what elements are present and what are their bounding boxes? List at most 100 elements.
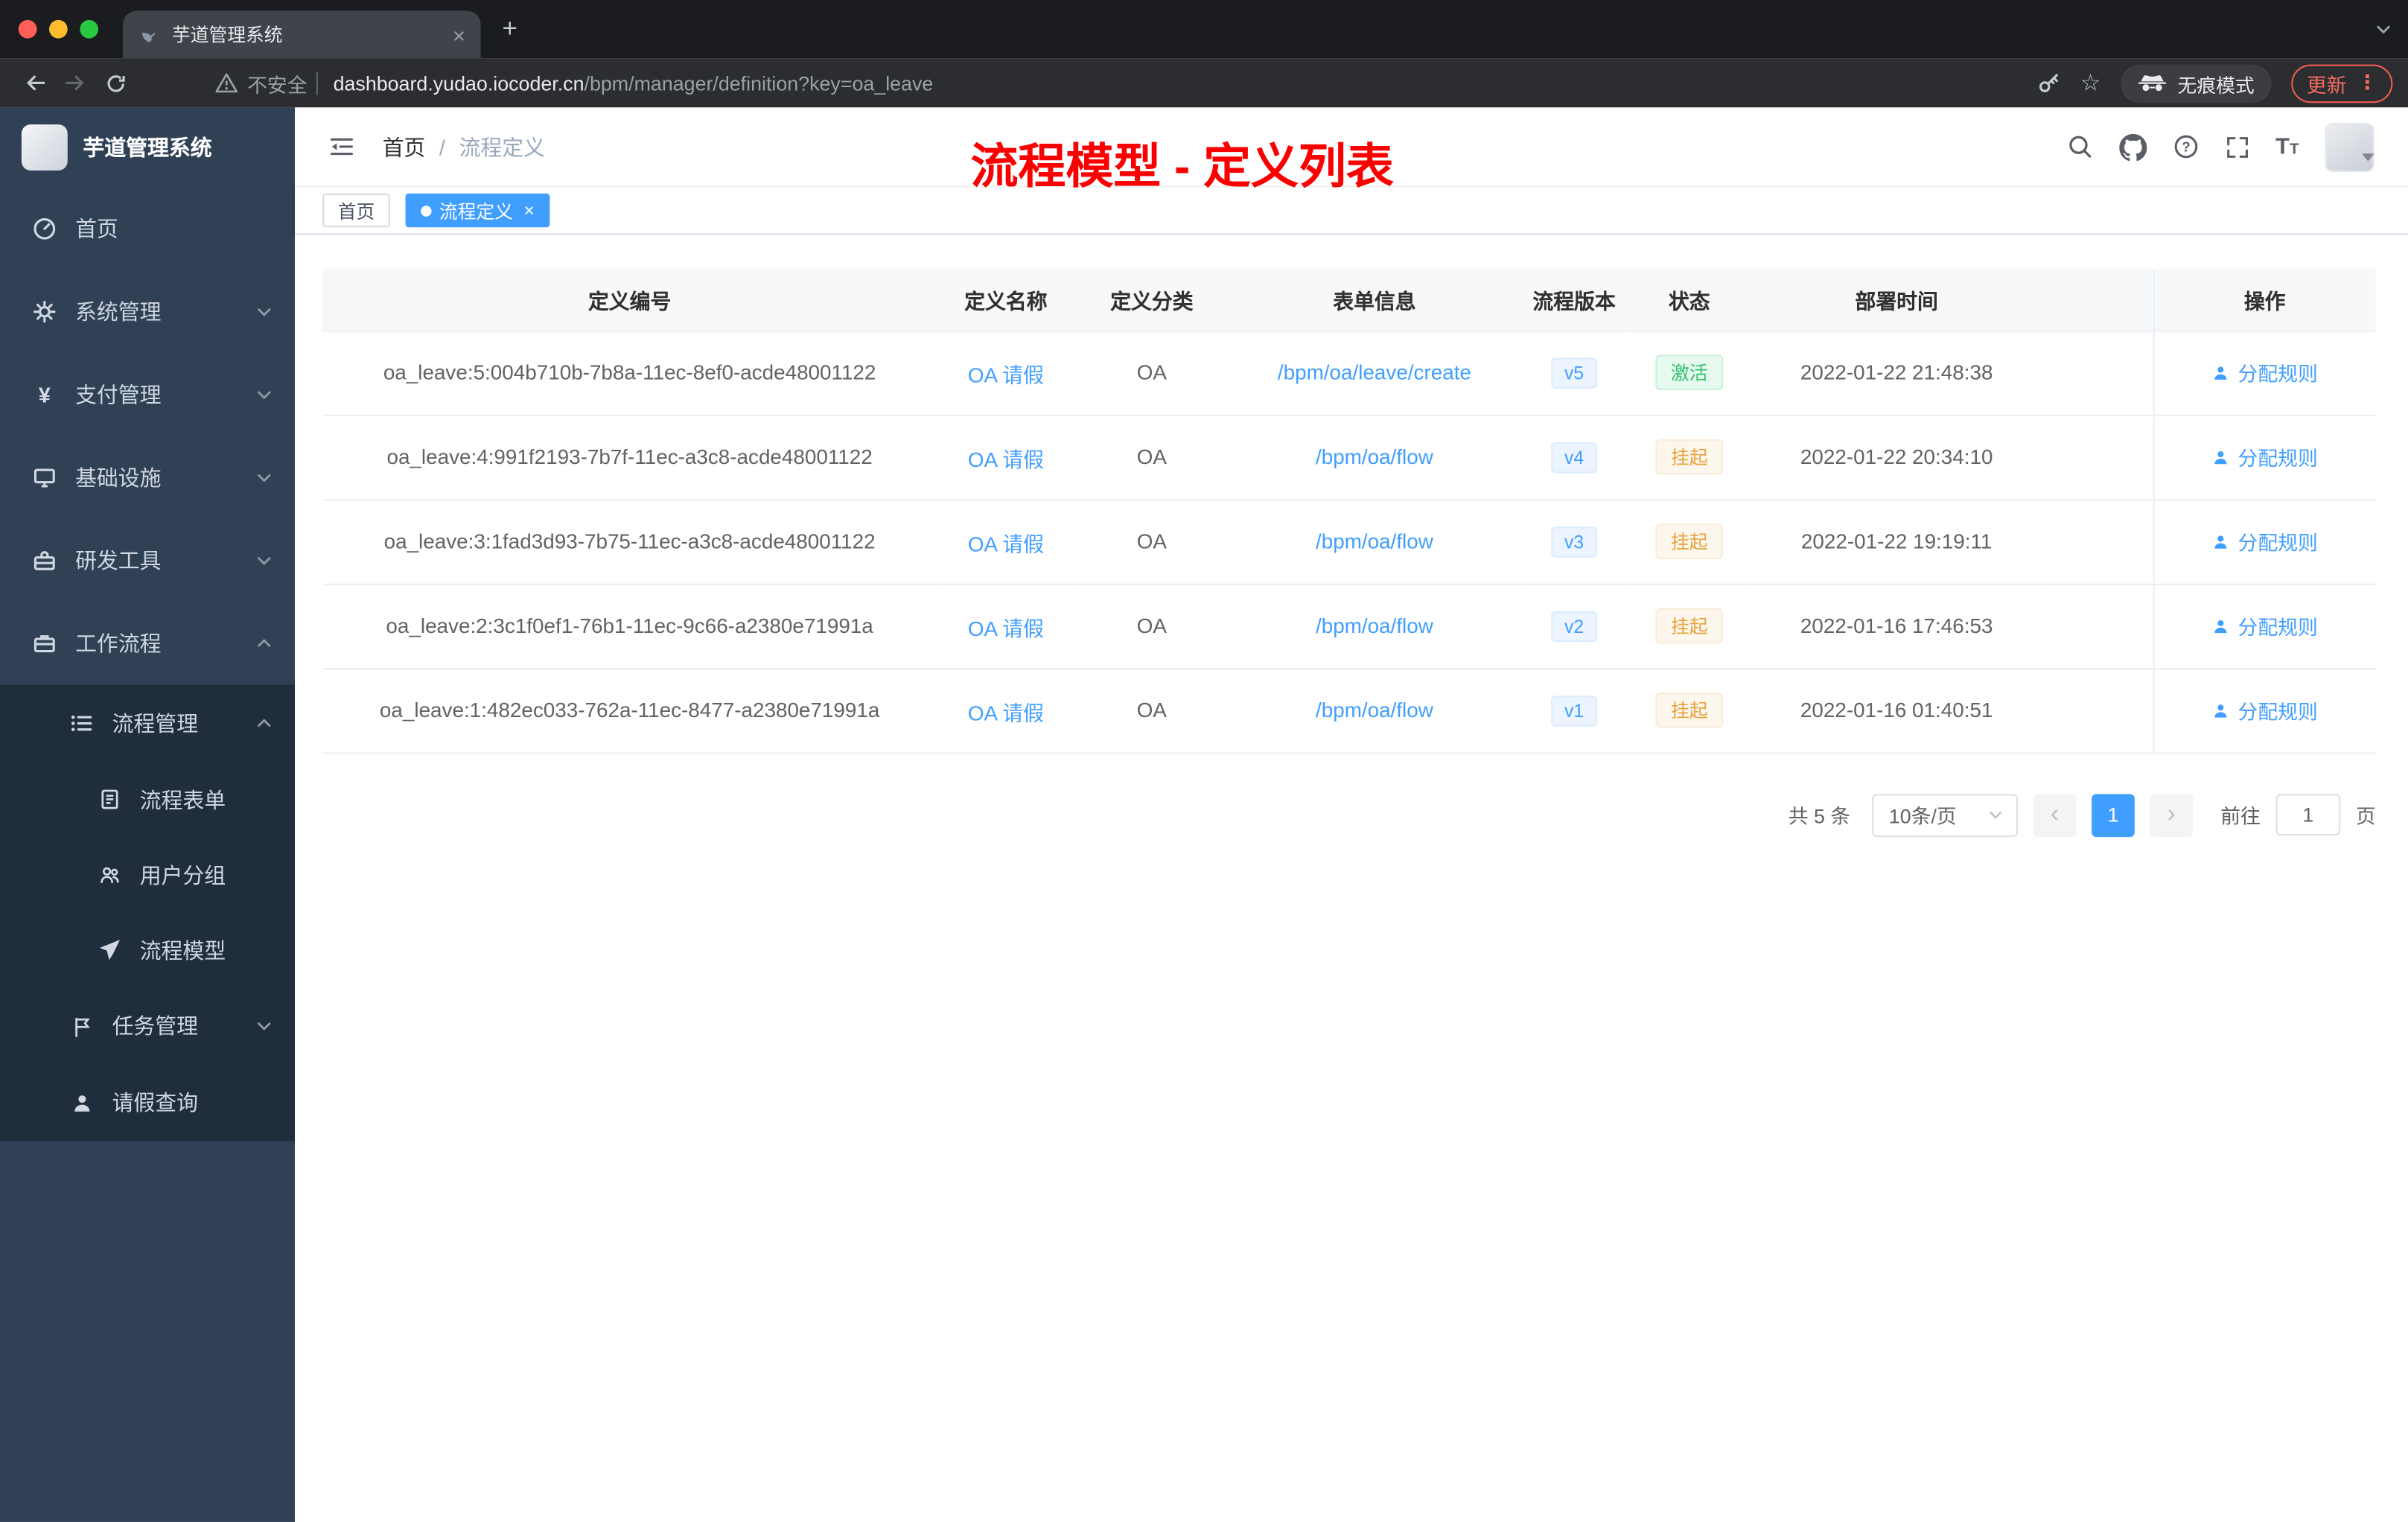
cell-spacer: [2042, 499, 2153, 585]
col-definition-category: 定义分类: [1074, 268, 1229, 331]
sidebar-item-system[interactable]: 系统管理: [0, 270, 295, 353]
app-logo[interactable]: 芋道管理系统: [0, 107, 295, 187]
status-badge: 挂起: [1655, 608, 1724, 644]
window-close-button[interactable]: [18, 19, 37, 39]
form-link[interactable]: /bpm/oa/flow: [1316, 698, 1433, 722]
chevron-down-icon: [255, 1016, 273, 1035]
sidebar-item-process-management[interactable]: 流程管理: [0, 685, 295, 762]
assign-rule-link[interactable]: 分配规则: [2211, 442, 2318, 471]
version-badge: v5: [1550, 357, 1598, 388]
version-badge: v3: [1550, 526, 1598, 557]
logo-image: [21, 124, 68, 171]
page-size-select[interactable]: 10条/页: [1872, 793, 2019, 837]
tag-close-icon[interactable]: ×: [523, 201, 534, 220]
window-controls: [18, 19, 98, 39]
back-button[interactable]: [16, 71, 56, 95]
url-path: /bpm/manager/definition?key=oa_leave: [584, 71, 934, 95]
sidebar-collapse-icon[interactable]: [328, 136, 354, 159]
form-link[interactable]: /bpm/oa/flow: [1316, 614, 1433, 637]
assign-rule-link[interactable]: 分配规则: [2211, 611, 2318, 640]
definition-name-link[interactable]: OA 请假: [968, 448, 1044, 471]
window-minimize-button[interactable]: [49, 19, 68, 39]
cell-version: v5: [1520, 330, 1628, 415]
sidebar-item-devtools[interactable]: 研发工具: [0, 519, 295, 602]
sidebar-item-label: 基础设施: [75, 465, 162, 490]
definition-name-link[interactable]: OA 请假: [968, 701, 1044, 725]
sidebar-item-task-management[interactable]: 任务管理: [0, 987, 295, 1064]
definition-name-link[interactable]: OA 请假: [968, 532, 1044, 555]
form-link[interactable]: /bpm/oa/leave/create: [1278, 361, 1471, 384]
github-icon[interactable]: [2118, 133, 2147, 161]
definition-name-link[interactable]: OA 请假: [968, 363, 1044, 386]
reload-button[interactable]: [95, 71, 136, 95]
chevron-down-icon: [1990, 811, 2002, 819]
person-icon: [2214, 366, 2227, 379]
form-link[interactable]: /bpm/oa/flow: [1316, 530, 1433, 553]
forward-button[interactable]: [55, 71, 95, 95]
status-badge: 挂起: [1655, 439, 1724, 475]
sidebar-item-process-model[interactable]: 流程模型: [0, 912, 295, 987]
tab-search-chevron-icon[interactable]: [2374, 20, 2393, 39]
sidebar-item-label: 用户分组: [139, 862, 226, 888]
tag-process-definition[interactable]: 流程定义 ×: [405, 193, 550, 228]
sidebar-item-label: 请假查询: [112, 1090, 199, 1115]
form-link[interactable]: /bpm/oa/flow: [1316, 445, 1433, 468]
tag-home[interactable]: 首页: [322, 193, 390, 228]
sidebar-item-home[interactable]: 首页: [0, 188, 295, 270]
breadcrumb-home[interactable]: 首页: [383, 131, 426, 162]
send-icon: [95, 938, 123, 961]
url-text[interactable]: dashboard.yudao.iocoder.cn/bpm/manager/d…: [334, 71, 934, 95]
cell-actions: 分配规则: [2152, 330, 2376, 415]
font-size-icon[interactable]: TT: [2275, 133, 2299, 159]
avatar[interactable]: [2325, 121, 2374, 171]
browser-tab[interactable]: 芋道管理系统 ×: [123, 10, 481, 59]
prev-page-button[interactable]: ‹: [2033, 793, 2077, 837]
sidebar-item-workflow[interactable]: 工作流程: [0, 602, 295, 685]
toolbox-icon: [31, 548, 58, 573]
yen-icon: ¥: [38, 382, 51, 407]
sidebar-item-label: 任务管理: [112, 1013, 199, 1039]
sidebar-item-user-group[interactable]: 用户分组: [0, 837, 295, 912]
site-security[interactable]: 不安全: [215, 69, 308, 98]
cell-definition-name: OA 请假: [937, 499, 1075, 585]
sidebar-item-process-form[interactable]: 流程表单: [0, 762, 295, 837]
fullscreen-icon[interactable]: [2225, 134, 2249, 159]
browser-update-button[interactable]: 更新 ⋮: [2291, 63, 2393, 103]
person-icon: [2214, 704, 2227, 717]
help-icon[interactable]: ?: [2173, 133, 2199, 159]
table-row: oa_leave:2:3c1f0ef1-76b1-11ec-9c66-a2380…: [322, 583, 2376, 669]
sidebar-item-label: 系统管理: [75, 299, 162, 325]
assign-rule-link[interactable]: 分配规则: [2211, 695, 2318, 725]
col-definition-id: 定义编号: [322, 268, 937, 331]
sidebar-item-payment[interactable]: ¥ 支付管理: [0, 353, 295, 436]
document-icon: [95, 788, 123, 811]
bookmark-star-icon[interactable]: ☆: [2080, 69, 2101, 97]
col-form-info: 表单信息: [1229, 268, 1520, 331]
new-tab-button[interactable]: +: [502, 14, 517, 45]
page-number-button[interactable]: 1: [2092, 793, 2135, 837]
browser-menu-kebab-icon[interactable]: ⋮: [2357, 71, 2377, 95]
goto-page-input[interactable]: [2275, 794, 2341, 835]
assign-rule-link[interactable]: 分配规则: [2211, 526, 2318, 555]
definition-table: 定义编号 定义名称 定义分类 表单信息 流程版本 状态 部署时间 操作 oa_l…: [322, 268, 2376, 754]
cell-deploy-time: 2022-01-16 17:46:53: [1751, 583, 2043, 669]
sidebar-item-leave-query[interactable]: 请假查询: [0, 1064, 295, 1141]
next-page-button[interactable]: ›: [2150, 793, 2194, 837]
cell-form-info: /bpm/oa/flow: [1229, 414, 1520, 500]
col-actions: 操作: [2152, 268, 2376, 331]
window-zoom-button[interactable]: [80, 19, 98, 39]
cell-spacer: [2042, 414, 2153, 500]
assign-rule-link[interactable]: 分配规则: [2211, 358, 2318, 387]
dashboard-icon: [31, 217, 58, 241]
definition-name-link[interactable]: OA 请假: [968, 617, 1044, 640]
password-key-icon[interactable]: [2036, 71, 2060, 95]
sidebar-item-label: 工作流程: [75, 631, 162, 656]
browser-tab-strip: 芋道管理系统 × +: [0, 0, 2408, 59]
search-icon[interactable]: [2067, 133, 2093, 159]
assign-rule-label: 分配规则: [2237, 700, 2318, 724]
col-process-version: 流程版本: [1520, 268, 1628, 331]
cell-status: 激活: [1628, 330, 1751, 415]
tab-close-icon[interactable]: ×: [453, 24, 465, 45]
cell-version: v1: [1520, 668, 1628, 754]
sidebar-item-infrastructure[interactable]: 基础设施: [0, 436, 295, 519]
